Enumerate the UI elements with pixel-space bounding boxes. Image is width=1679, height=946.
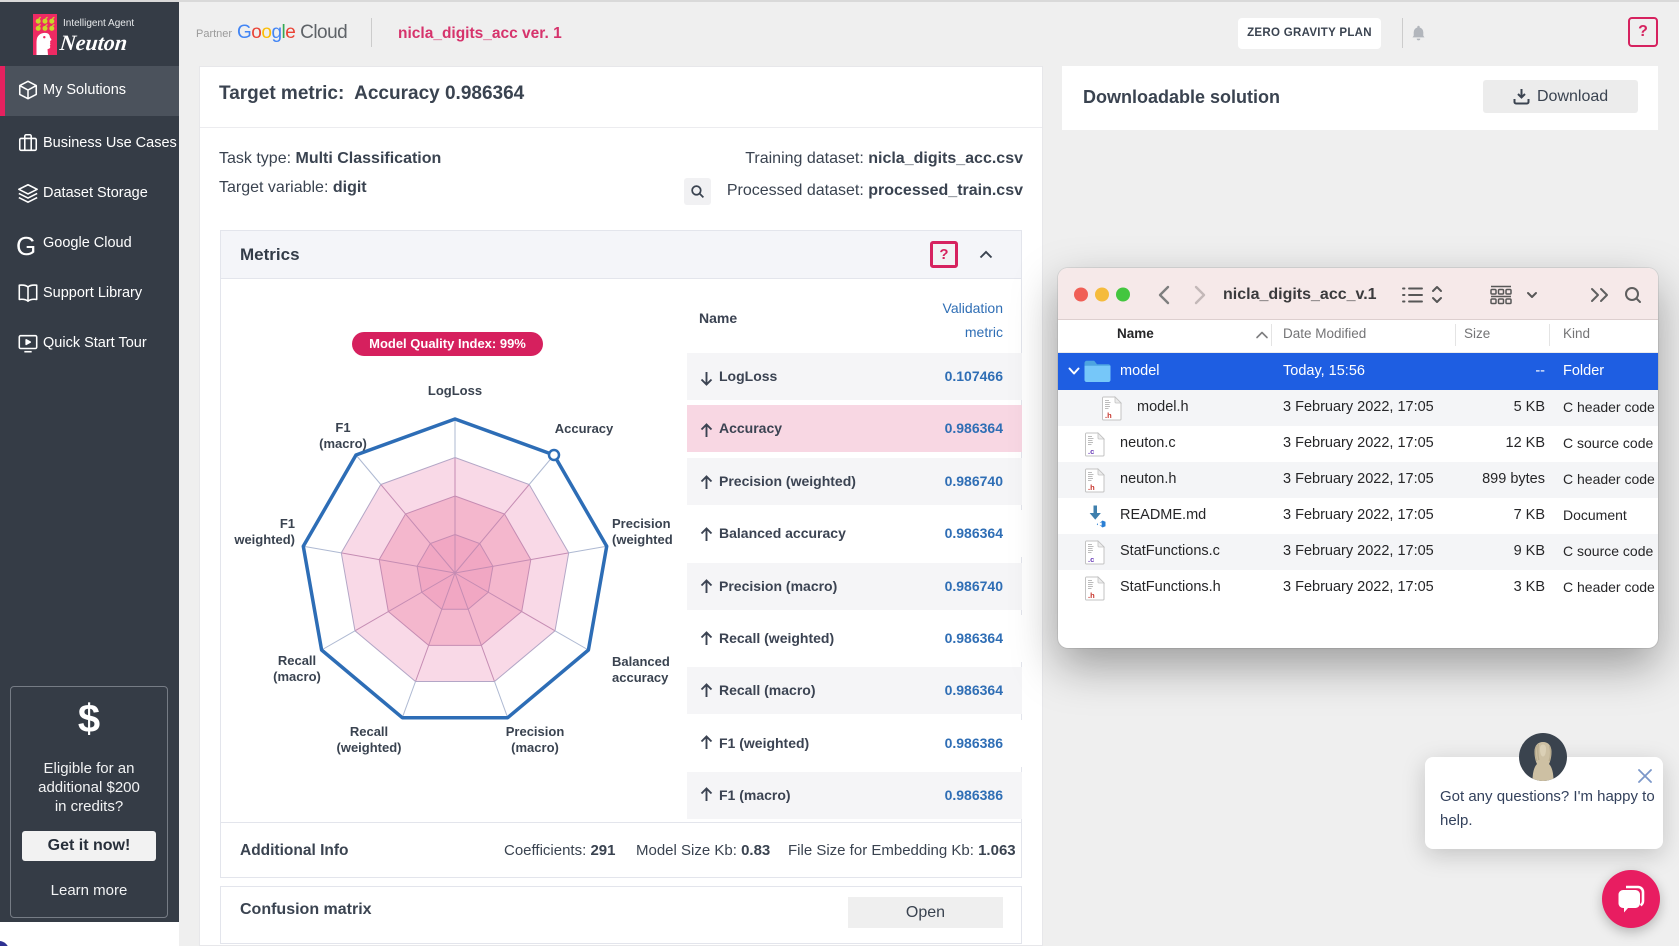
- svg-text:.h: .h: [1088, 483, 1095, 492]
- svg-text:.c: .c: [1088, 555, 1094, 564]
- svg-text:.h: .h: [1088, 591, 1095, 600]
- svg-text:.h: .h: [1105, 411, 1112, 420]
- svg-text:.c: .c: [1088, 447, 1094, 456]
